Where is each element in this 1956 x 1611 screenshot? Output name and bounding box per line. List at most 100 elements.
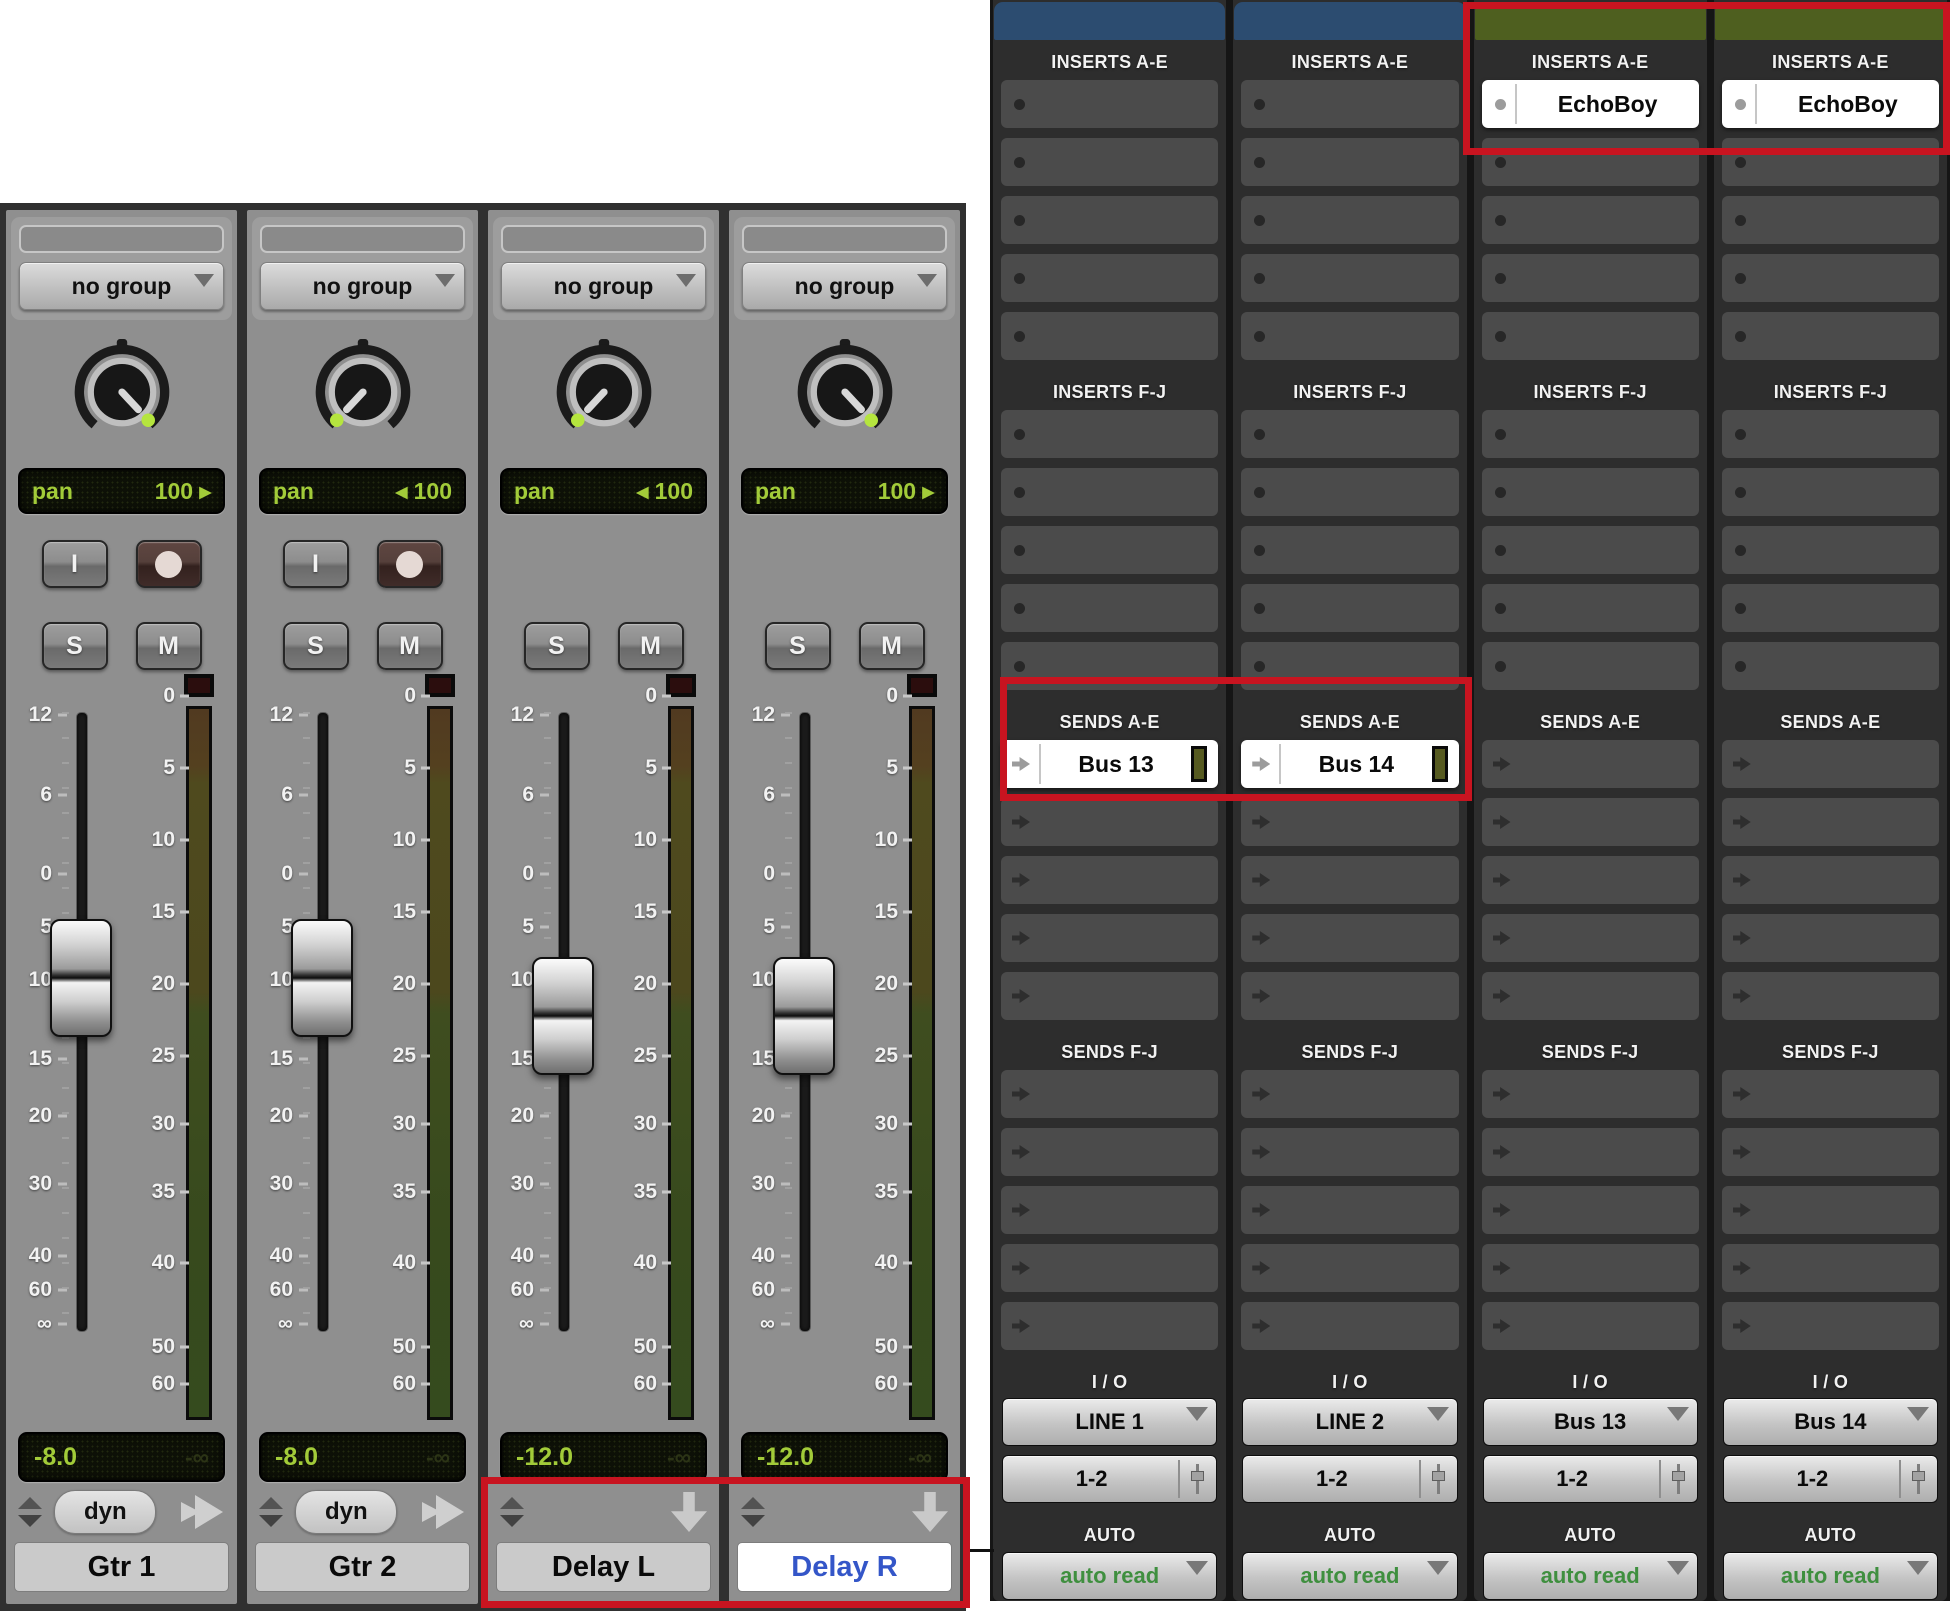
volume-display[interactable]: -8.0 -∞ [18,1432,225,1482]
fader-handle[interactable] [773,957,835,1075]
send-slot[interactable] [1482,1244,1699,1292]
insert-slot[interactable] [1482,254,1699,302]
volume-display[interactable]: -12.0 -∞ [741,1432,948,1482]
send-slot[interactable] [1482,1128,1699,1176]
send-slot[interactable] [1001,1186,1218,1234]
solo-button[interactable]: S [42,622,108,670]
send-slot[interactable] [1001,856,1218,904]
insert-slot[interactable] [1241,138,1458,186]
pan-knob[interactable] [729,320,960,460]
insert-slot[interactable] [1482,138,1699,186]
send-slot[interactable] [1482,1070,1699,1118]
send-slot[interactable] [1722,1070,1939,1118]
auto-mode-button[interactable]: auto read [1242,1552,1457,1600]
input-monitor-button[interactable]: I [42,540,108,588]
insert-slot[interactable] [1001,584,1218,632]
send-slot[interactable] [1482,798,1699,846]
send-slot[interactable] [1722,856,1939,904]
pan-knob[interactable] [6,320,237,460]
insert-slot[interactable] [1482,196,1699,244]
insert-slot[interactable] [1241,642,1458,690]
pan-display[interactable]: pan ◂ 100 [500,468,707,514]
send-slot[interactable] [1482,1302,1699,1350]
insert-slot[interactable] [1241,196,1458,244]
track-name[interactable]: Gtr 2 [255,1542,470,1592]
pan-knob[interactable] [247,320,478,460]
send-slot[interactable] [1482,1186,1699,1234]
send-slot[interactable] [1722,798,1939,846]
send-slot[interactable] [1001,1302,1218,1350]
send-slot[interactable] [1722,1302,1939,1350]
insert-slot[interactable] [1241,410,1458,458]
record-button[interactable] [136,540,202,588]
group-selector[interactable]: no group [742,262,947,310]
io-input-button[interactable]: Bus 14 [1723,1398,1938,1446]
send-slot[interactable] [1241,798,1458,846]
mute-button[interactable]: M [377,622,443,670]
clip-indicator[interactable] [184,674,214,697]
insert-slot[interactable] [1482,526,1699,574]
io-input-button[interactable]: Bus 13 [1483,1398,1698,1446]
pan-knob[interactable] [488,320,719,460]
send-slot[interactable] [1241,972,1458,1020]
voice-selector[interactable] [19,225,224,253]
nudge-arrows[interactable] [18,1497,42,1527]
insert-slot[interactable] [1722,312,1939,360]
io-output-button[interactable]: 1-2 [1002,1455,1217,1503]
insert-slot[interactable] [1482,468,1699,516]
send-slot[interactable] [1482,972,1699,1020]
voice-selector[interactable] [742,225,947,253]
auto-mode-button[interactable]: auto read [1483,1552,1698,1600]
io-output-button[interactable]: 1-2 [1723,1455,1938,1503]
insert-slot[interactable] [1001,410,1218,458]
send-slot[interactable] [1482,856,1699,904]
insert-slot[interactable] [1241,312,1458,360]
insert-slot[interactable] [1001,312,1218,360]
track-name[interactable]: Delay L [496,1542,711,1592]
send-slot[interactable] [1722,740,1939,788]
insert-slot[interactable] [1722,138,1939,186]
send-slot[interactable] [1722,1186,1939,1234]
fader-handle[interactable] [291,919,353,1037]
insert-slot[interactable] [1722,642,1939,690]
insert-slot[interactable] [1722,584,1939,632]
fast-forward-icon[interactable] [181,1495,225,1529]
group-selector[interactable]: no group [501,262,706,310]
send-slot[interactable] [1722,1244,1939,1292]
arrow-down-icon[interactable] [912,1492,948,1532]
insert-slot[interactable] [1241,80,1458,128]
send-slot[interactable] [1241,1070,1458,1118]
mute-button[interactable]: M [136,622,202,670]
insert-slot[interactable] [1722,526,1939,574]
insert-slot[interactable] [1241,254,1458,302]
insert-slot[interactable]: EchoBoy [1722,80,1939,128]
mute-button[interactable]: M [859,622,925,670]
send-slot[interactable] [1241,856,1458,904]
insert-slot[interactable] [1722,410,1939,458]
insert-slot[interactable] [1001,468,1218,516]
nudge-arrows[interactable] [500,1497,524,1527]
auto-mode-button[interactable]: auto read [1002,1552,1217,1600]
insert-slot[interactable] [1482,312,1699,360]
insert-slot[interactable] [1001,80,1218,128]
solo-button[interactable]: S [524,622,590,670]
voice-selector[interactable] [501,225,706,253]
send-slot[interactable] [1722,914,1939,962]
solo-button[interactable]: S [283,622,349,670]
clip-indicator[interactable] [425,674,455,697]
insert-slot[interactable] [1722,254,1939,302]
insert-slot[interactable] [1001,138,1218,186]
fader-handle[interactable] [50,919,112,1037]
volume-display[interactable]: -12.0 -∞ [500,1432,707,1482]
send-slot[interactable]: Bus 13 [1001,740,1218,788]
send-slot[interactable] [1482,914,1699,962]
insert-slot[interactable] [1722,196,1939,244]
record-button[interactable] [377,540,443,588]
insert-slot[interactable] [1482,642,1699,690]
send-slot[interactable] [1001,972,1218,1020]
send-slot[interactable] [1001,1244,1218,1292]
insert-slot[interactable] [1482,410,1699,458]
send-slot[interactable] [1722,972,1939,1020]
fader-handle[interactable] [532,957,594,1075]
insert-slot[interactable] [1482,584,1699,632]
